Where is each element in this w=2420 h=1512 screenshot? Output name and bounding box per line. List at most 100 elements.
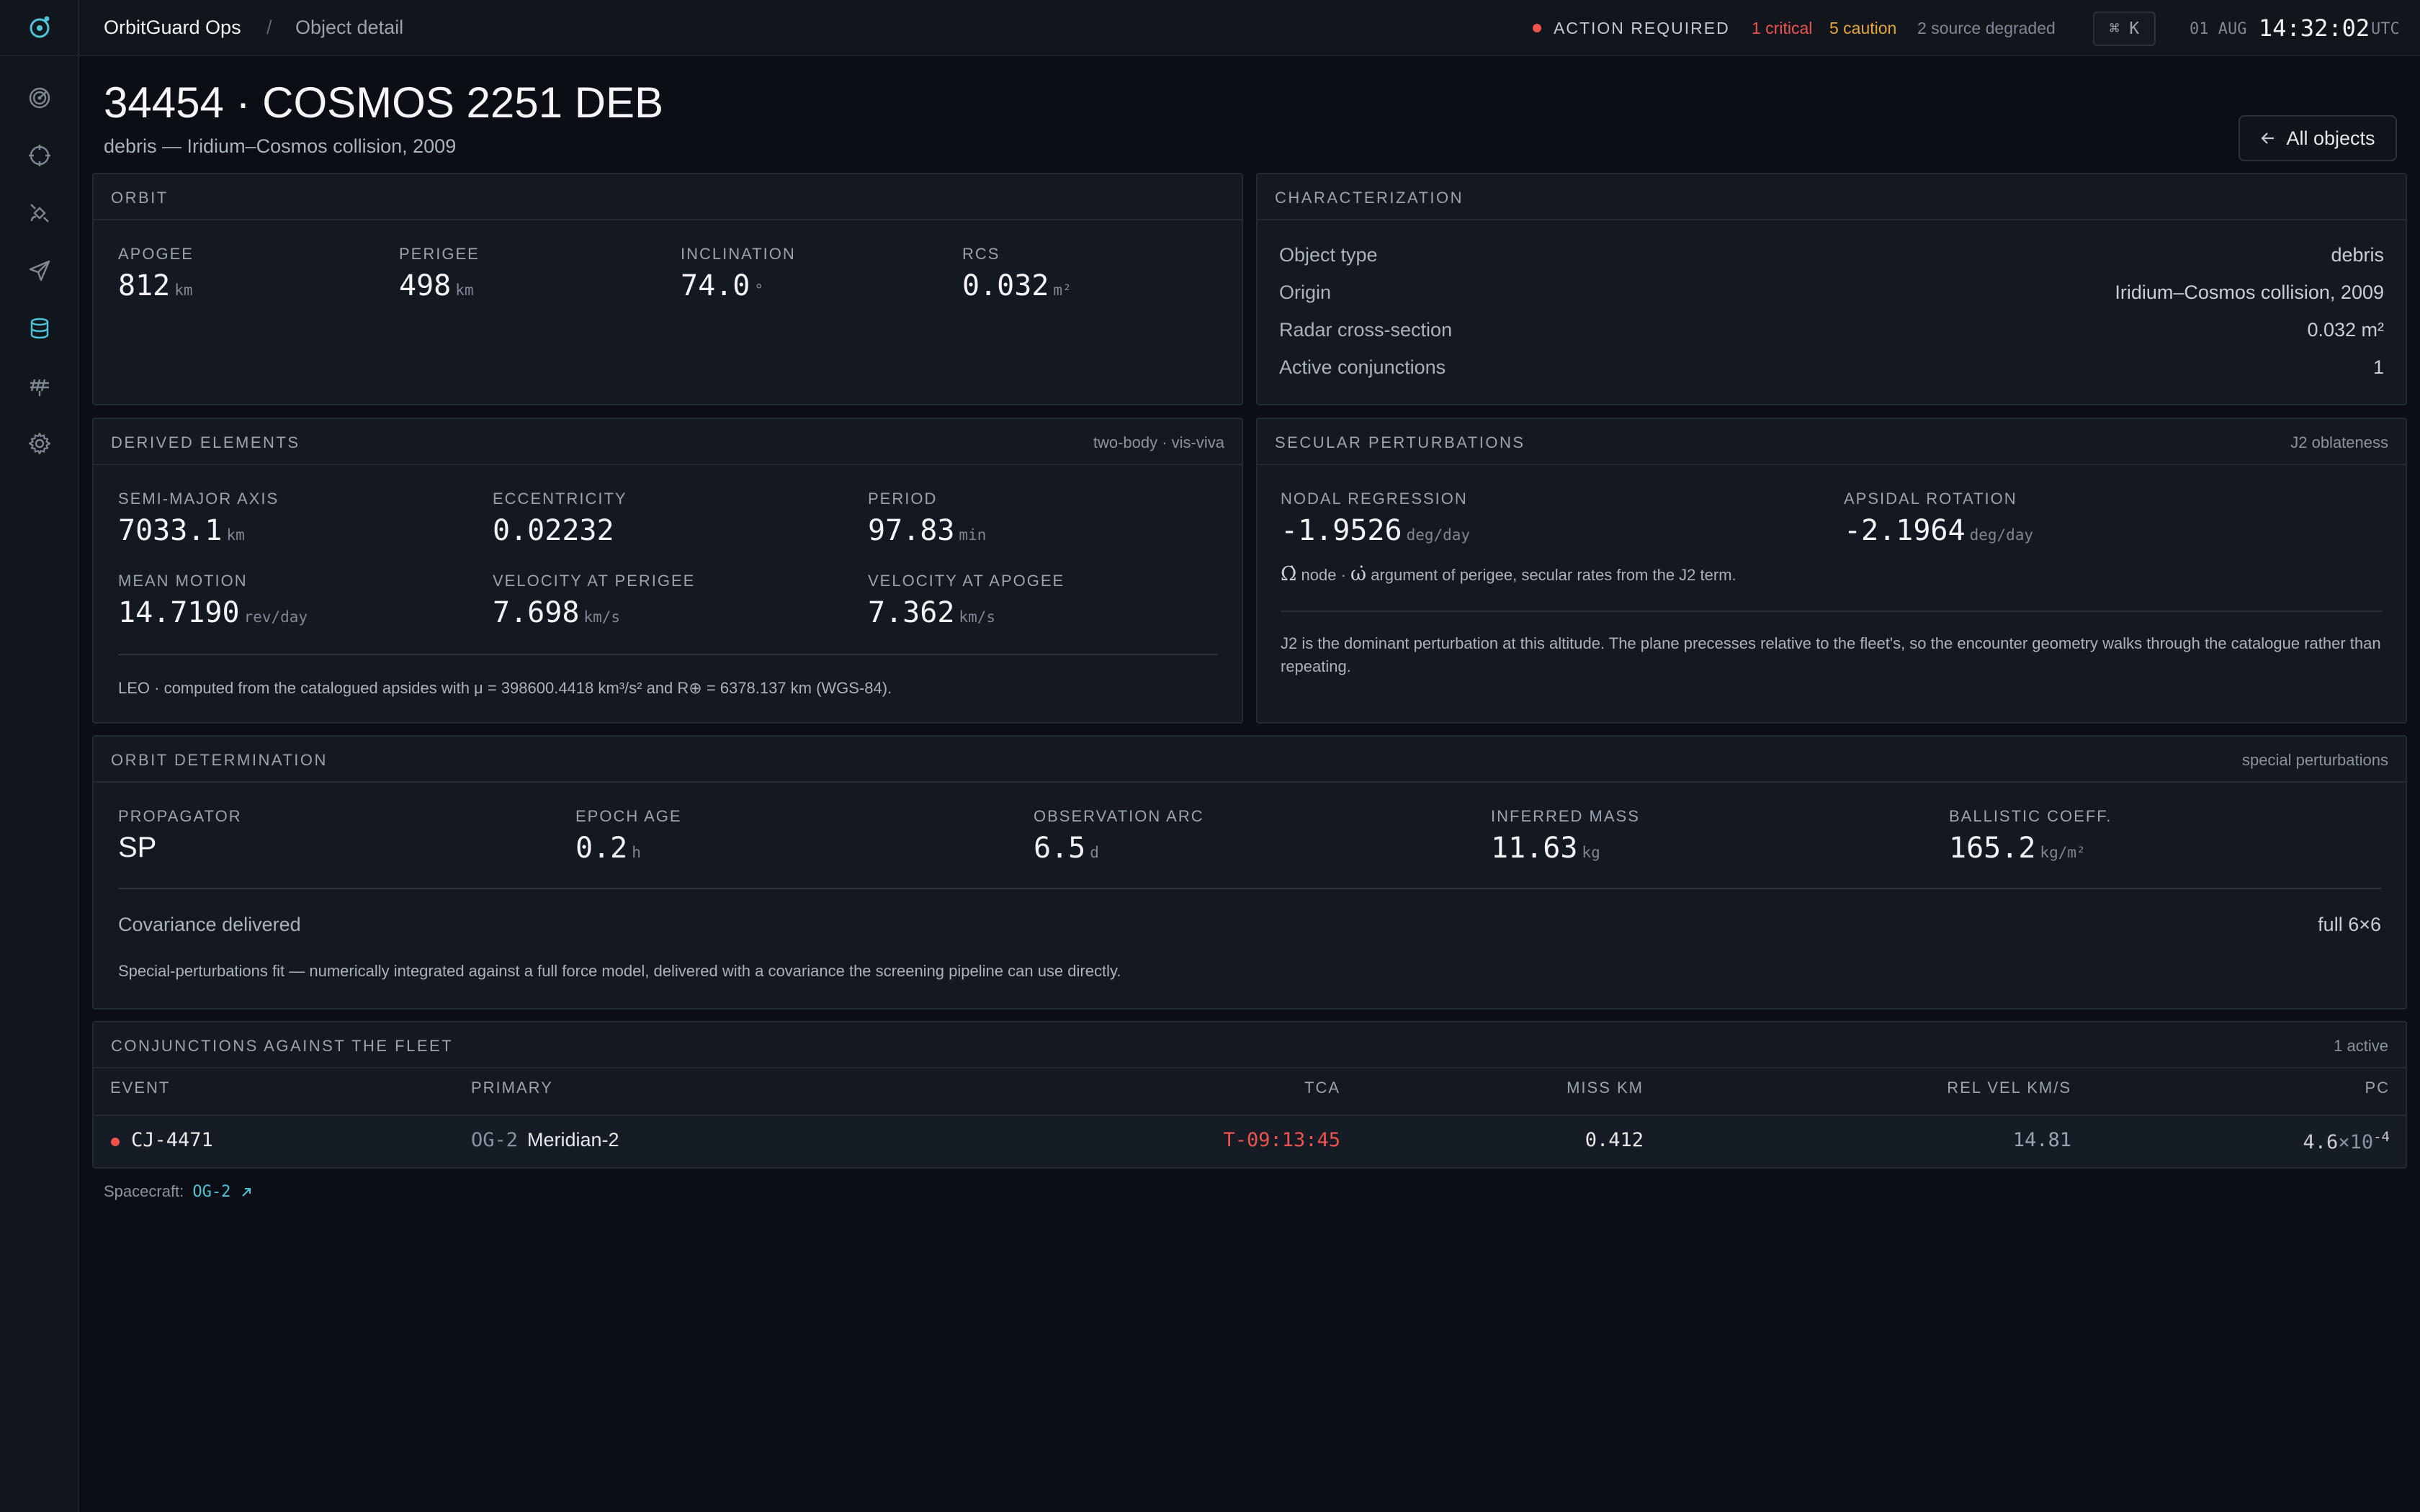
kv-key: Covariance delivered [118, 914, 301, 935]
logo[interactable] [0, 0, 79, 56]
external-link-icon[interactable] [240, 1186, 253, 1199]
stat-mean-motion: MEAN MOTION 14.7190 rev/day [118, 572, 308, 629]
top-bar: OrbitGuard Ops / Object detail [79, 0, 2420, 56]
kv-key: Origin [1279, 282, 1332, 303]
stat-unit: km [455, 282, 474, 299]
panel-header: ORBIT [94, 174, 1242, 220]
od-paragraph: Special-perturbations fit — numerically … [118, 962, 1121, 980]
stat-value: 0.02232 [493, 514, 614, 547]
col-header-miss[interactable]: MISS KM [1567, 1079, 1644, 1097]
cell-miss: 0.412 [1585, 1129, 1644, 1151]
stat-ballistic-coeff: BALLISTIC COEFF. 165.2 kg/m² [1949, 807, 2112, 865]
critical-count[interactable]: 1 critical [1752, 19, 1812, 38]
arrow-left-icon [2261, 132, 2275, 144]
satellite-icon [30, 204, 49, 222]
send-icon [29, 260, 50, 282]
panel-header: CONJUNCTIONS AGAINST THE FLEET 1 active [94, 1022, 2406, 1068]
nav-sensors[interactable] [0, 364, 79, 408]
stat-inclination: INCLINATION 74.0 ° [681, 245, 796, 302]
stat-label: MEAN MOTION [118, 572, 248, 590]
panel-note: J2 oblateness [2290, 433, 2388, 451]
antenna-icon [30, 379, 49, 396]
nav-radar[interactable] [0, 76, 79, 120]
action-required-label[interactable]: ACTION REQUIRED [1554, 19, 1730, 38]
cell-relvel: 14.81 [2012, 1129, 2071, 1151]
stat-eccentricity: ECCENTRICITY 0.02232 [493, 490, 627, 547]
stat-label: RCS [962, 245, 1000, 263]
stat-value: 74.0 [681, 269, 750, 302]
degraded-sources[interactable]: 2 source degraded [1917, 19, 2056, 38]
stat-unit: rev/day [243, 608, 308, 626]
nav-targets[interactable] [0, 134, 79, 177]
spacecraft-label: Spacecraft: [104, 1182, 184, 1200]
panel-title: SECULAR PERTURBATIONS [1275, 433, 1525, 451]
cell-event[interactable]: CJ-4471 [131, 1129, 213, 1151]
col-header-relvel[interactable]: REL VEL KM/S [1947, 1079, 2071, 1097]
stat-period: PERIOD 97.83 min [868, 490, 986, 547]
crosshair-icon [29, 145, 50, 166]
all-objects-button[interactable]: All objects [2238, 115, 2397, 161]
stat-unit: km [174, 282, 193, 299]
cell-primary-id: OG-2 [471, 1129, 519, 1151]
kv-key: Object type [1279, 244, 1378, 266]
stat-unit: deg/day [1406, 526, 1471, 544]
derived-footnote: LEO · computed from the catalogued apsid… [118, 679, 892, 697]
radar-icon [29, 87, 50, 109]
severity-critical-dot [111, 1138, 120, 1146]
stat-label: VELOCITY AT PERIGEE [493, 572, 696, 590]
clock-timezone: UTC [2371, 20, 2400, 38]
stat-label: PERIOD [868, 490, 938, 508]
stat-value: 6.5 [1034, 832, 1086, 865]
stat-inferred-mass: INFERRED MASS 11.63 kg [1491, 807, 1640, 865]
breadcrumb-page: Object detail [295, 16, 404, 38]
spacecraft-link[interactable]: OG-2 [192, 1183, 230, 1201]
stat-value: 0.032 [962, 269, 1049, 302]
kv-value: Iridium–Cosmos collision, 2009 [2115, 282, 2384, 303]
nav-catalog[interactable] [0, 307, 79, 350]
nav-maneuvers[interactable] [0, 249, 79, 292]
orbit-determination-panel: ORBIT DETERMINATION special perturbation… [92, 735, 2407, 1009]
col-header-primary[interactable]: PRIMARY [471, 1079, 553, 1097]
divider [1281, 611, 2383, 612]
stat-unit: km [226, 526, 245, 544]
stat-value: 0.2 [575, 832, 628, 865]
stat-value: -2.1964 [1844, 514, 1966, 547]
breadcrumb-app[interactable]: OrbitGuard Ops [104, 17, 241, 39]
stat-unit: ° [754, 282, 763, 299]
col-header-tca[interactable]: TCA [1304, 1079, 1340, 1097]
stat-perigee: PERIGEE 498 km [399, 245, 480, 302]
col-header-event[interactable]: EVENT [110, 1079, 170, 1097]
secular-perturbations-panel: SECULAR PERTURBATIONS J2 oblateness NODA… [1256, 418, 2407, 724]
command-palette-button[interactable]: ⌘ K [2093, 12, 2156, 46]
kv-key: Active conjunctions [1279, 356, 1446, 378]
stat-value: 7.362 [868, 596, 955, 629]
stat-unit: h [632, 844, 641, 861]
nav-satellites[interactable] [0, 192, 79, 235]
stat-epoch-age: EPOCH AGE 0.2 h [575, 807, 682, 865]
omega-perigee-symbol: ω̇ [1350, 563, 1367, 585]
stat-label: APOGEE [118, 245, 194, 263]
all-objects-label: All objects [2286, 127, 2375, 149]
stat-label: APSIDAL ROTATION [1844, 490, 2017, 508]
stat-value: 7033.1 [118, 514, 223, 547]
stat-value: 11.63 [1491, 832, 1578, 865]
stat-unit: d [1090, 844, 1099, 861]
col-header-pc[interactable]: PC [2365, 1079, 2390, 1097]
stat-label: PROPAGATOR [118, 807, 242, 825]
divider [118, 654, 1217, 655]
alert-indicator-dot [1533, 24, 1541, 32]
stat-label: ECCENTRICITY [493, 490, 627, 508]
omega-node-symbol: Ω̇ [1281, 563, 1297, 585]
stat-label: NODAL REGRESSION [1281, 490, 1468, 508]
stat-value: SP [118, 832, 157, 863]
panel-header: SECULAR PERTURBATIONS J2 oblateness [1258, 419, 2406, 465]
clock-time: 14:32:02 [2259, 14, 2370, 42]
secular-paragraph: J2 is the dominant perturbation at this … [1281, 634, 2381, 675]
caution-count[interactable]: 5 caution [1829, 19, 1896, 38]
panel-header: CHARACTERIZATION [1258, 174, 2406, 220]
orbit-panel: ORBIT APOGEE 812 km PERIGEE 498 km INCLINA… [92, 173, 1243, 405]
stat-propagator: PROPAGATOR SP [118, 807, 242, 864]
nav-settings[interactable] [0, 422, 79, 465]
cell-primary-name[interactable]: Meridian-2 [527, 1129, 619, 1151]
panel-title: CHARACTERIZATION [1275, 189, 1464, 207]
